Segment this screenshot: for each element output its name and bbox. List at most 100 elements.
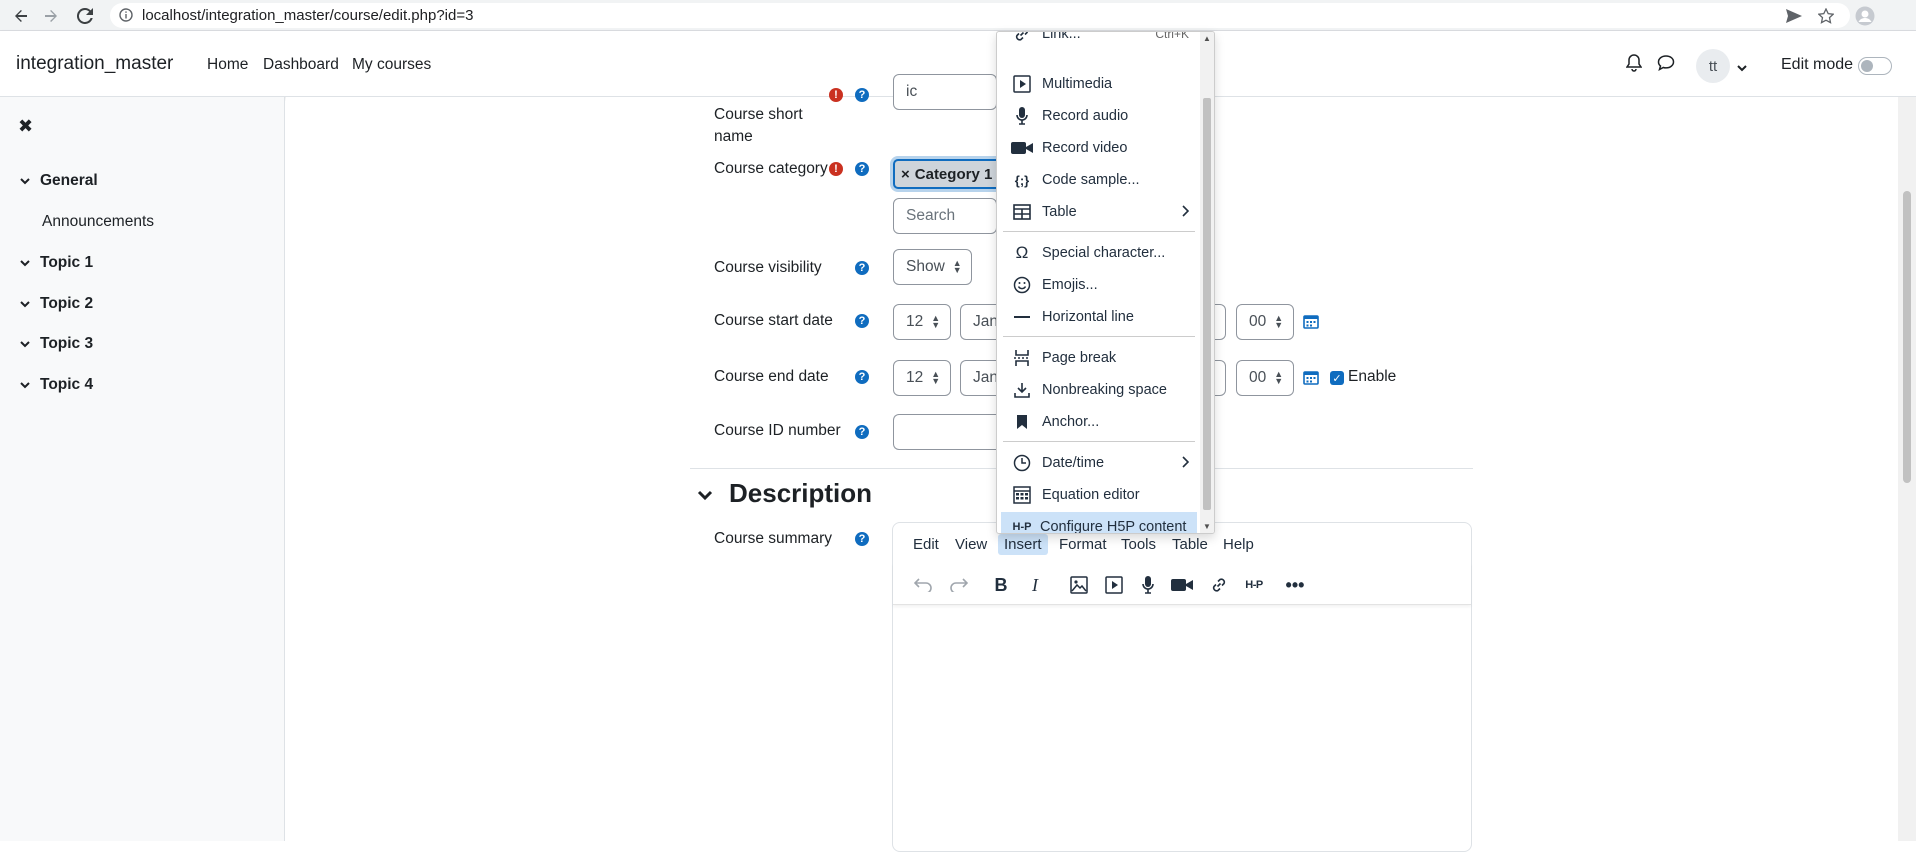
- send-icon[interactable]: [1781, 3, 1807, 29]
- video-camera-icon[interactable]: [1168, 573, 1196, 597]
- back-icon[interactable]: [8, 3, 34, 29]
- scroll-down-icon[interactable]: ▼: [1203, 522, 1211, 531]
- section-label: Topic 1: [40, 254, 94, 271]
- nav-home[interactable]: Home: [207, 56, 248, 74]
- end-month-select[interactable]: Jan: [960, 360, 1000, 396]
- short-name-label: Course short name: [714, 104, 803, 148]
- visibility-select[interactable]: Show ▲ ▼: [893, 249, 972, 285]
- start-month-select[interactable]: Jan: [960, 304, 1000, 340]
- menu-item-nonbreaking-space[interactable]: Nonbreaking space: [1001, 375, 1197, 405]
- chevron-down-icon[interactable]: [20, 177, 30, 185]
- collapse-chevron-icon[interactable]: [697, 488, 713, 506]
- bookmark-star-icon[interactable]: [1813, 3, 1839, 29]
- menu-item-configure-h5p[interactable]: H‑P Configure H5P content: [1001, 512, 1197, 533]
- page-scrollbar-thumb[interactable]: [1903, 191, 1911, 483]
- image-icon[interactable]: [1067, 573, 1091, 597]
- menu-item-table[interactable]: Table: [1001, 197, 1197, 227]
- address-bar[interactable]: localhost/integration_master/course/edit…: [110, 3, 1850, 28]
- undo-icon[interactable]: [911, 573, 935, 597]
- menu-item-record-audio[interactable]: Record audio: [1001, 101, 1197, 131]
- menu-item-equation-editor[interactable]: Equation editor: [1001, 480, 1197, 510]
- h5p-icon[interactable]: H‑P: [1239, 573, 1269, 597]
- menu-format[interactable]: Format: [1053, 534, 1113, 555]
- menu-insert[interactable]: Insert: [998, 534, 1048, 555]
- site-name[interactable]: integration_master: [16, 53, 173, 75]
- calendar-icon[interactable]: [1303, 313, 1319, 334]
- menu-scrollbar-thumb[interactable]: [1203, 98, 1211, 510]
- chip-remove-icon[interactable]: ×: [901, 166, 910, 183]
- help-icon[interactable]: ?: [855, 88, 869, 102]
- enable-end-date-checkbox[interactable]: ✓: [1330, 371, 1344, 385]
- start-day-select[interactable]: 12 ▲ ▼: [893, 304, 951, 340]
- description-heading: Description: [729, 478, 873, 508]
- menu-item-link[interactable]: Link... Ctrl+K: [1001, 32, 1197, 49]
- section-topic-3[interactable]: Topic 3: [20, 335, 93, 353]
- menu-table[interactable]: Table: [1166, 534, 1214, 555]
- chevron-down-icon[interactable]: [20, 340, 30, 348]
- menu-item-code-sample[interactable]: {;} Code sample...: [1001, 165, 1197, 195]
- section-topic-4[interactable]: Topic 4: [20, 376, 93, 394]
- start-minute-select[interactable]: 00 ▲ ▼: [1236, 304, 1294, 340]
- reload-icon[interactable]: [72, 3, 98, 29]
- section-topic-1[interactable]: Topic 1: [20, 254, 93, 272]
- category-chip[interactable]: × Category 1: [893, 159, 1003, 189]
- course-index-item-announcements[interactable]: Announcements: [42, 213, 154, 231]
- help-icon[interactable]: ?: [855, 261, 869, 275]
- section-topic-2[interactable]: Topic 2: [20, 295, 93, 313]
- chevron-down-icon[interactable]: [1737, 59, 1747, 77]
- chevron-down-icon[interactable]: [20, 300, 30, 308]
- menu-item-label: Horizontal line: [1042, 309, 1134, 325]
- page-scrollbar[interactable]: [1898, 97, 1916, 841]
- forward-icon[interactable]: [38, 3, 64, 29]
- menu-tools[interactable]: Tools: [1115, 534, 1162, 555]
- multimedia-icon[interactable]: [1102, 573, 1126, 597]
- scroll-up-icon[interactable]: ▲: [1203, 34, 1211, 43]
- menu-item-anchor[interactable]: Anchor...: [1001, 407, 1197, 437]
- help-icon[interactable]: ?: [855, 370, 869, 384]
- end-minute-select[interactable]: 00 ▲ ▼: [1236, 360, 1294, 396]
- help-icon[interactable]: ?: [855, 425, 869, 439]
- link-icon[interactable]: [1207, 573, 1231, 597]
- nav-my-courses[interactable]: My courses: [352, 56, 431, 74]
- bold-icon[interactable]: B: [989, 573, 1013, 597]
- end-day-select[interactable]: 12 ▲ ▼: [893, 360, 951, 396]
- menu-item-date-time[interactable]: Date/time: [1001, 448, 1197, 478]
- nav-dashboard[interactable]: Dashboard: [263, 56, 339, 74]
- user-avatar[interactable]: tt: [1696, 49, 1730, 83]
- messages-icon[interactable]: [1657, 54, 1675, 77]
- microphone-icon[interactable]: [1136, 573, 1160, 597]
- chevron-down-icon[interactable]: [20, 381, 30, 389]
- start-day-value: 12: [906, 313, 924, 330]
- end-month-value: Jan: [973, 369, 998, 386]
- menu-item-multimedia[interactable]: Multimedia: [1001, 69, 1197, 99]
- italic-icon[interactable]: I: [1023, 573, 1047, 597]
- site-info-icon[interactable]: [119, 8, 133, 27]
- menu-item-page-break[interactable]: Page break: [1001, 343, 1197, 373]
- chevron-down-icon[interactable]: [20, 259, 30, 267]
- menu-help[interactable]: Help: [1217, 534, 1260, 555]
- insert-menu-dropdown: Link... Ctrl+K Multimedia Record audio R…: [996, 31, 1215, 534]
- section-general[interactable]: General: [20, 172, 98, 190]
- menu-item-special-character[interactable]: Ω Special character...: [1001, 238, 1197, 268]
- menu-edit[interactable]: Edit: [907, 534, 945, 555]
- short-name-input[interactable]: ic: [893, 74, 997, 110]
- chip-label: Category 1: [914, 165, 993, 183]
- help-icon[interactable]: ?: [855, 314, 869, 328]
- help-icon[interactable]: ?: [855, 532, 869, 546]
- more-icon[interactable]: •••: [1283, 573, 1307, 597]
- profile-icon[interactable]: [1852, 3, 1878, 29]
- notification-bell-icon[interactable]: [1625, 54, 1643, 77]
- close-drawer-icon[interactable]: ✖: [18, 116, 33, 137]
- menu-scrollbar[interactable]: ▲ ▼: [1200, 32, 1214, 533]
- menu-view[interactable]: View: [949, 534, 993, 555]
- menu-item-record-video[interactable]: Record video: [1001, 133, 1197, 163]
- menu-item-emojis[interactable]: Emojis...: [1001, 270, 1197, 300]
- redo-icon[interactable]: [947, 573, 971, 597]
- menu-item-horizontal-line[interactable]: Horizontal line: [1001, 302, 1197, 332]
- help-icon[interactable]: ?: [855, 162, 869, 176]
- edit-mode-toggle[interactable]: [1858, 57, 1892, 75]
- id-number-input[interactable]: [893, 414, 1003, 450]
- calendar-icon[interactable]: [1303, 369, 1319, 390]
- course-summary-editor: Edit View Insert Format Tools Table Help…: [892, 522, 1472, 852]
- category-search-input[interactable]: Search: [893, 198, 997, 234]
